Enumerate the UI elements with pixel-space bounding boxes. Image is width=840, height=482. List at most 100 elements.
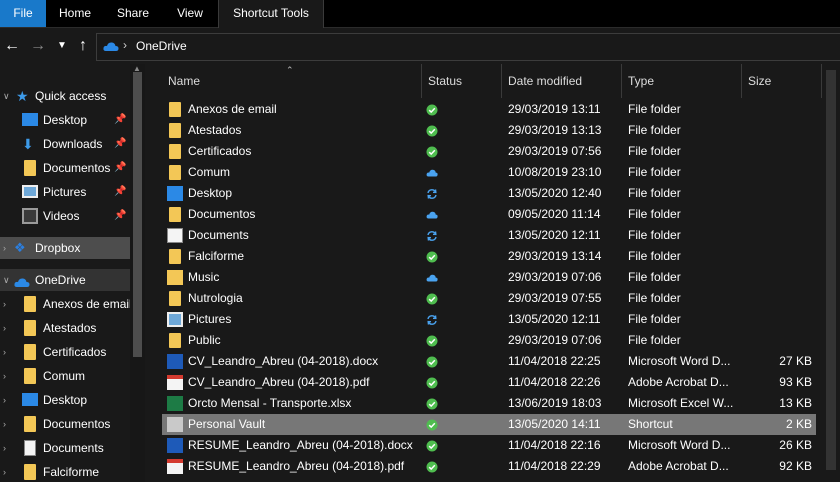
pdf-document-icon — [167, 459, 183, 474]
nav-quick-downloads[interactable]: ⬇ Downloads 📌 — [0, 133, 130, 155]
nav-onedrive-falciforme[interactable]: › Falciforme — [0, 461, 130, 482]
music-folder-icon — [167, 270, 183, 285]
up-arrow-icon[interactable]: ↑ — [73, 34, 93, 58]
nav-onedrive-atestados[interactable]: › Atestados — [0, 317, 130, 339]
star-icon: ★ — [16, 88, 29, 104]
nav-label: Pictures — [43, 185, 87, 199]
downloads-icon: ⬇ — [22, 136, 34, 152]
collapse-chevron-icon[interactable]: ∨ — [3, 269, 13, 291]
pdf-document-icon — [167, 375, 183, 390]
nav-quick-access[interactable]: ∨ ★ Quick access — [0, 85, 130, 107]
nav-scrollbar[interactable]: ▲ — [130, 64, 145, 482]
tab-home[interactable]: Home — [46, 0, 104, 27]
expand-chevron-icon[interactable]: › — [3, 293, 13, 315]
file-row[interactable]: Desktop 13/05/2020 12:40 File folder — [162, 183, 816, 204]
file-row[interactable]: Documentos 09/05/2020 11:14 File folder — [162, 204, 816, 225]
nav-dropbox[interactable]: › ❖ Dropbox — [0, 237, 130, 259]
file-name: Certificados — [188, 144, 252, 158]
file-type: Microsoft Word D... — [628, 438, 731, 452]
nav-quick-videos[interactable]: Videos 📌 — [0, 205, 130, 227]
file-type: File folder — [628, 144, 681, 158]
file-row[interactable]: RESUME_Leandro_Abreu (04-2018).pdf 11/04/… — [162, 456, 816, 477]
nav-onedrive-desktop[interactable]: › Desktop — [0, 389, 130, 411]
file-row[interactable]: Anexos de email 29/03/2019 13:11 File fold… — [162, 99, 816, 120]
file-row[interactable]: Pictures 13/05/2020 12:11 File folder — [162, 309, 816, 330]
nav-quick-desktop[interactable]: Desktop 📌 — [0, 109, 130, 131]
documents-icon — [24, 440, 36, 456]
tab-file[interactable]: File — [0, 0, 46, 27]
file-row[interactable]: Nutrologia 29/03/2019 07:55 File folder — [162, 288, 816, 309]
file-date-modified: 29/03/2019 07:55 — [508, 291, 602, 305]
file-row[interactable]: Public 29/03/2019 07:06 File folder — [162, 330, 816, 351]
file-size: 27 KB — [779, 354, 812, 368]
breadcrumb-onedrive[interactable]: OneDrive — [136, 39, 187, 53]
recent-locations-chevron-icon[interactable]: ▼ — [55, 34, 69, 58]
column-header-name[interactable]: Name — [162, 64, 422, 98]
file-date-modified: 11/04/2018 22:26 — [508, 375, 601, 389]
tab-view[interactable]: View — [162, 0, 218, 27]
pin-icon[interactable]: 📌 — [114, 205, 126, 227]
file-row[interactable]: Falciforme 29/03/2019 13:14 File folder — [162, 246, 816, 267]
personal-vault-shortcut-icon — [167, 417, 183, 432]
expand-chevron-icon[interactable]: › — [3, 237, 13, 259]
column-header-type[interactable]: Type — [622, 64, 742, 98]
file-row[interactable]: Documents 13/05/2020 12:11 File folder — [162, 225, 816, 246]
file-list-scrollbar-thumb[interactable] — [826, 70, 836, 470]
file-row[interactable]: Certificados 29/03/2019 07:56 File folder — [162, 141, 816, 162]
file-name: Pictures — [188, 312, 232, 326]
file-row[interactable]: Orcto Mensal - Transporte.xlsx 13/06/2019… — [162, 393, 816, 414]
expand-chevron-icon[interactable]: › — [3, 389, 13, 411]
file-type: Microsoft Excel W... — [628, 396, 734, 410]
nav-onedrive-comum[interactable]: › Comum — [0, 365, 130, 387]
nav-quick-pictures[interactable]: Pictures 📌 — [0, 181, 130, 203]
pin-icon[interactable]: 📌 — [114, 157, 126, 179]
expand-chevron-icon[interactable]: › — [3, 317, 13, 339]
forward-arrow-icon[interactable]: → — [28, 34, 48, 58]
file-row[interactable]: Personal Vault 13/05/2020 14:11 Shortcut 2 … — [162, 414, 816, 435]
tab-share[interactable]: Share — [104, 0, 162, 27]
nav-scrollbar-thumb[interactable] — [133, 72, 142, 357]
folder-icon — [24, 320, 36, 336]
pin-icon[interactable]: 📌 — [114, 109, 126, 131]
expand-chevron-icon[interactable]: › — [3, 341, 13, 363]
expand-chevron-icon[interactable]: › — [3, 461, 13, 482]
expand-chevron-icon[interactable]: › — [3, 413, 13, 435]
onedrive-cloud-icon — [14, 278, 30, 287]
nav-onedrive-certificados[interactable]: › Certificados — [0, 341, 130, 363]
nav-quick-documentos[interactable]: Documentos 📌 — [0, 157, 130, 179]
column-header-size[interactable]: Size — [742, 64, 822, 98]
nav-label: Dropbox — [35, 241, 81, 255]
file-size: 92 KB — [779, 459, 812, 473]
file-list-scrollbar[interactable] — [822, 64, 840, 482]
nav-onedrive-documentos[interactable]: › Documentos — [0, 413, 130, 435]
pin-icon[interactable]: 📌 — [114, 133, 126, 155]
file-type: File folder — [628, 312, 681, 326]
nav-label: Desktop — [43, 113, 88, 127]
file-row[interactable]: RESUME_Leandro_Abreu (04-2018).docx 11/04… — [162, 435, 816, 456]
file-row[interactable]: Music 29/03/2019 07:06 File folder — [162, 267, 816, 288]
collapse-chevron-icon[interactable]: ∨ — [3, 85, 13, 107]
file-row[interactable]: CV_Leandro_Abreu (04-2018).docx 11/04/201… — [162, 351, 816, 372]
column-header-date-modified[interactable]: Date modified — [502, 64, 622, 98]
nav-onedrive-anexos[interactable]: › Anexos de email — [0, 293, 130, 315]
file-row[interactable]: CV_Leandro_Abreu (04-2018).pdf 11/04/2018… — [162, 372, 816, 393]
file-row[interactable]: Atestados 29/03/2019 13:13 File folder — [162, 120, 816, 141]
file-date-modified: 11/04/2018 22:29 — [508, 459, 601, 473]
pin-icon[interactable]: 📌 — [114, 181, 126, 203]
address-bar[interactable]: › OneDrive — [96, 33, 840, 61]
navigation-bar: ← → ▼ ↑ › OneDrive — [0, 28, 840, 64]
back-arrow-icon[interactable]: ← — [2, 34, 22, 58]
column-header-status[interactable]: Status — [422, 64, 502, 98]
tab-shortcut-tools[interactable]: Shortcut Tools — [218, 0, 324, 28]
file-name: Desktop — [188, 186, 233, 200]
folder-icon — [24, 344, 36, 360]
nav-onedrive-documents[interactable]: › Documents — [0, 437, 130, 459]
folder-icon — [169, 144, 181, 159]
file-row[interactable]: Comum 10/08/2019 23:10 File folder — [162, 162, 816, 183]
expand-chevron-icon[interactable]: › — [3, 437, 13, 459]
file-list-pane: ⌃ Name Status Date modified Type Size An… — [148, 64, 840, 482]
breadcrumb-chevron-icon[interactable]: › — [123, 38, 127, 52]
expand-chevron-icon[interactable]: › — [3, 365, 13, 387]
nav-onedrive[interactable]: ∨ OneDrive — [0, 269, 130, 291]
sync-complete-check-icon — [426, 456, 438, 480]
